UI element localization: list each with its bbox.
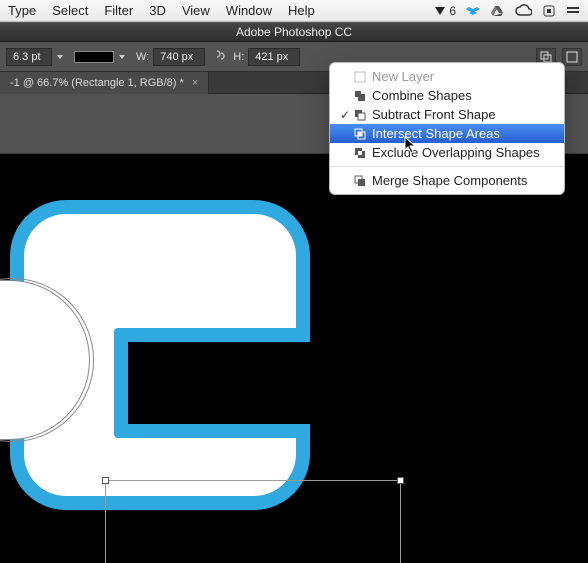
- width-input[interactable]: [153, 48, 205, 66]
- menu-3d[interactable]: 3D: [149, 3, 166, 18]
- new-layer-icon: [352, 71, 368, 83]
- drive-icon[interactable]: [490, 4, 504, 18]
- close-icon[interactable]: ×: [192, 77, 198, 89]
- document-tab-label: -1 @ 66.7% (Rectangle 1, RGB/8) *: [10, 77, 184, 89]
- dropdown-icon[interactable]: [118, 52, 128, 62]
- width-field[interactable]: W:: [136, 48, 205, 66]
- menubar-tray: 6: [433, 4, 580, 18]
- menu-item-subtract-front-shape[interactable]: ✓ Subtract Front Shape: [330, 105, 564, 124]
- stroke-style-field[interactable]: [74, 51, 128, 63]
- exclude-shapes-icon: [352, 147, 368, 159]
- cloud-updates-icon[interactable]: [542, 4, 556, 18]
- inner-rectangle-cut[interactable]: [114, 328, 310, 438]
- path-operations-menu: New Layer Combine Shapes ✓ Subtract Fron…: [329, 62, 565, 195]
- menu-filter[interactable]: Filter: [104, 3, 133, 18]
- menu-type[interactable]: Type: [8, 3, 36, 18]
- menu-help[interactable]: Help: [288, 3, 315, 18]
- menu-item-intersect-shape-areas[interactable]: Intersect Shape Areas: [330, 124, 564, 143]
- menu-item-label: Exclude Overlapping Shapes: [372, 145, 540, 160]
- menu-item-exclude-overlapping[interactable]: Exclude Overlapping Shapes: [330, 143, 564, 162]
- subtract-shape-icon: [352, 109, 368, 121]
- menu-item-combine-shapes[interactable]: Combine Shapes: [330, 86, 564, 105]
- transform-handle-tr[interactable]: [397, 477, 404, 484]
- canvas[interactable]: [0, 154, 588, 563]
- creative-cloud-icon[interactable]: [514, 4, 532, 18]
- height-label: H:: [233, 51, 244, 63]
- link-wh-icon[interactable]: [213, 48, 225, 65]
- intersect-shapes-icon: [352, 128, 368, 140]
- stroke-weight-input[interactable]: [6, 48, 52, 66]
- menu-item-merge-shape-components[interactable]: Merge Shape Components: [330, 171, 564, 190]
- menu-item-label: Subtract Front Shape: [372, 107, 496, 122]
- menu-item-new-layer: New Layer: [330, 67, 564, 86]
- notif-count: 6: [449, 4, 456, 18]
- menu-window[interactable]: Window: [226, 3, 272, 18]
- merge-shapes-icon: [352, 175, 368, 187]
- menu-item-label: Combine Shapes: [372, 88, 472, 103]
- combine-shapes-icon: [352, 90, 368, 102]
- menu-select[interactable]: Select: [52, 3, 88, 18]
- menu-item-label: New Layer: [372, 69, 434, 84]
- menu-separator: [330, 166, 564, 167]
- height-field[interactable]: H:: [233, 48, 300, 66]
- dropbox-icon[interactable]: [466, 4, 480, 18]
- check-icon: ✓: [338, 108, 352, 122]
- menu-extra-icon[interactable]: [566, 4, 580, 18]
- window-title: Adobe Photoshop CC: [236, 25, 352, 39]
- document-tab[interactable]: -1 @ 66.7% (Rectangle 1, RGB/8) * ×: [0, 72, 209, 94]
- dropdown-icon[interactable]: [56, 52, 66, 62]
- stroke-weight-field[interactable]: [6, 48, 66, 66]
- notifications-icon[interactable]: 6: [433, 4, 456, 18]
- path-align-button[interactable]: [562, 48, 582, 66]
- menu-item-label: Intersect Shape Areas: [372, 126, 500, 141]
- stroke-style-swatch[interactable]: [74, 51, 114, 63]
- menu-view[interactable]: View: [182, 3, 210, 18]
- height-input[interactable]: [248, 48, 300, 66]
- window-titlebar: Adobe Photoshop CC: [0, 22, 588, 42]
- width-label: W:: [136, 51, 149, 63]
- mac-menubar: Type Select Filter 3D View Window Help 6: [0, 0, 588, 22]
- menu-item-label: Merge Shape Components: [372, 173, 527, 188]
